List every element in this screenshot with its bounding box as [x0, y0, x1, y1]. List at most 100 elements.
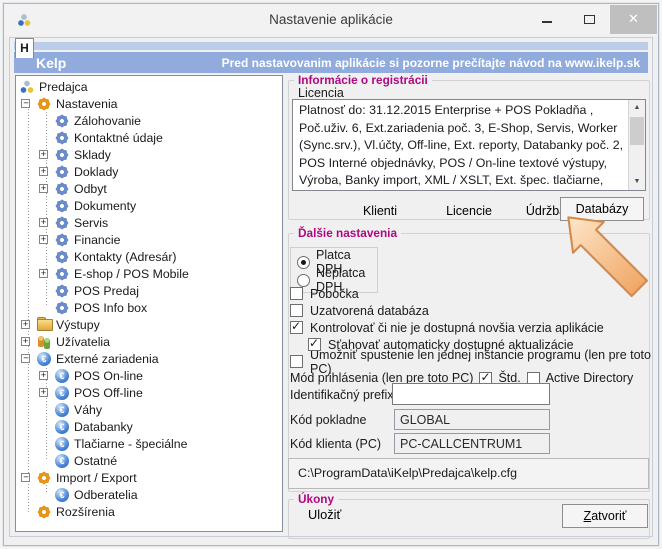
tree-item[interactable]: Odbyt: [16, 180, 282, 197]
tree-item-label: Externé zariadenia: [56, 352, 159, 366]
tree-item[interactable]: Externé zariadenia: [16, 350, 282, 367]
minimize-button[interactable]: [526, 5, 568, 34]
tree-expander-icon[interactable]: [21, 337, 30, 346]
tree-item-label: POS On-line: [74, 369, 143, 383]
tree-item[interactable]: Dokumenty: [16, 197, 282, 214]
checkbox-icon[interactable]: [290, 287, 303, 300]
tree-expander-icon[interactable]: [39, 371, 48, 380]
tree-item[interactable]: E-shop / POS Mobile: [16, 265, 282, 282]
tree-item[interactable]: Rozšírenia: [16, 503, 282, 520]
tree-item[interactable]: Výstupy: [16, 316, 282, 333]
tree-item[interactable]: Zálohovanie: [16, 112, 282, 129]
tree-item-icon: [37, 471, 51, 485]
settings-panel: Informácie o registrácii Licencia Platno…: [288, 75, 652, 541]
tree-item-icon: [37, 352, 51, 366]
actions-group-label: Úkony: [294, 492, 338, 506]
tree-expander-icon[interactable]: [39, 269, 48, 278]
tree-item[interactable]: Kontaktné údaje: [16, 129, 282, 146]
tree-item[interactable]: Kontakty (Adresár): [16, 248, 282, 265]
settings-checkbox-row[interactable]: Pobočka: [290, 285, 652, 302]
scroll-down-icon[interactable]: ▼: [629, 174, 645, 190]
tree-item-icon: [55, 437, 69, 451]
klienti-button[interactable]: Klienti: [344, 201, 416, 221]
tree-item[interactable]: Váhy: [16, 401, 282, 418]
tree-expander-icon[interactable]: [21, 320, 30, 329]
settings-window: Nastavenie aplikácie ✕ H Kelp Pred nasta…: [3, 3, 659, 546]
tree-item-label: Užívatelia: [56, 335, 110, 349]
tree-item-label: Tlačiarne - špeciálne: [74, 437, 187, 451]
checkbox-icon[interactable]: [308, 338, 321, 351]
tree-item-icon: [55, 369, 69, 383]
config-path-box: C:\ProgramData\iKelp\Predajca\kelp.cfg: [288, 458, 649, 489]
scroll-thumb[interactable]: [630, 117, 644, 145]
settings-checkbox-row[interactable]: Umožniť spustenie len jednej inštancie p…: [290, 353, 652, 370]
tree-item-label: Nastavenia: [56, 97, 118, 111]
tree-item[interactable]: POS Info box: [16, 299, 282, 316]
tree-item[interactable]: Databanky: [16, 418, 282, 435]
tree-expander-icon[interactable]: [39, 388, 48, 397]
checkbox-icon[interactable]: [290, 355, 303, 368]
tree-item-icon: [37, 335, 51, 349]
tree-expander-icon[interactable]: [39, 184, 48, 193]
tree-expander-icon[interactable]: [39, 218, 48, 227]
tree-item[interactable]: Tlačiarne - špeciálne: [16, 435, 282, 452]
app-name: Kelp: [36, 55, 66, 71]
tree-item-label: E-shop / POS Mobile: [74, 267, 189, 281]
checkbox-icon[interactable]: [290, 304, 303, 317]
register-code-input[interactable]: [394, 409, 550, 430]
close-button[interactable]: ✕: [610, 5, 657, 34]
checkbox-icon[interactable]: [290, 321, 303, 334]
header-notice: Pred nastavovanim aplikácie si pozorne p…: [222, 56, 640, 70]
tree-item[interactable]: Financie: [16, 231, 282, 248]
tree-expander-icon[interactable]: [39, 235, 48, 244]
tree-expander-icon[interactable]: [39, 150, 48, 159]
tree-item[interactable]: Užívatelia: [16, 333, 282, 350]
other-settings-group-label: Ďalšie nastavenia: [294, 226, 401, 240]
tree-item[interactable]: Import / Export: [16, 469, 282, 486]
dock-tab-h[interactable]: H: [15, 38, 34, 58]
tree-item-icon: [37, 97, 51, 111]
tree-item[interactable]: Doklady: [16, 163, 282, 180]
tree-item-label: Váhy: [74, 403, 102, 417]
tree-expander-icon[interactable]: [39, 167, 48, 176]
tree-item[interactable]: POS On-line: [16, 367, 282, 384]
tree-item[interactable]: POS Off-line: [16, 384, 282, 401]
tree-expander-icon[interactable]: [21, 473, 30, 482]
header-strip: [14, 42, 648, 50]
maximize-icon: [584, 15, 595, 24]
licencie-button[interactable]: Licencie: [432, 201, 506, 221]
tree-item[interactable]: Nastavenia: [16, 95, 282, 112]
tree-item-label: Odberatelia: [74, 488, 138, 502]
license-scrollbar[interactable]: ▲ ▼: [628, 100, 645, 190]
tree-item-label: POS Predaj: [74, 284, 139, 298]
tree-item[interactable]: POS Predaj: [16, 282, 282, 299]
tree-item-label: Zálohovanie: [74, 114, 141, 128]
license-textbox[interactable]: Platnosť do: 31.12.2015 Enterprise + POS…: [292, 99, 646, 191]
tree-item[interactable]: Odberatelia: [16, 486, 282, 503]
active-directory-checkbox-label: Active Directory: [546, 371, 634, 385]
tree-item[interactable]: Predajca: [16, 78, 282, 95]
tree-item-icon: [55, 131, 69, 145]
zatvorit-button[interactable]: Zatvoriť: [562, 504, 648, 528]
scroll-up-icon[interactable]: ▲: [629, 100, 645, 116]
settings-checkbox-row[interactable]: Kontrolovať či nie je dostupná novšia ve…: [290, 319, 652, 336]
settings-checkbox-row[interactable]: Uzatvorená databáza: [290, 302, 652, 319]
radio-icon[interactable]: [297, 256, 310, 269]
register-code-label: Kód pokladne: [290, 413, 366, 427]
tree-item[interactable]: Sklady: [16, 146, 282, 163]
tree-expander-icon[interactable]: [21, 354, 30, 363]
prefix-input[interactable]: [392, 383, 550, 405]
tree-item-label: Výstupy: [56, 318, 100, 332]
tree-item-label: Rozšírenia: [56, 505, 115, 519]
tree-item-icon: [55, 233, 69, 247]
tree-item-label: POS Off-line: [74, 386, 143, 400]
databazy-button[interactable]: Databázy: [560, 197, 644, 221]
tree-expander-icon[interactable]: [21, 99, 30, 108]
client-code-input[interactable]: [394, 433, 550, 454]
tree-item-icon: [37, 505, 51, 519]
maximize-button[interactable]: [568, 5, 610, 34]
tree-item-icon: [55, 182, 69, 196]
tree-item[interactable]: Ostatné: [16, 452, 282, 469]
save-button[interactable]: Uložiť: [308, 507, 341, 522]
tree-item[interactable]: Servis: [16, 214, 282, 231]
